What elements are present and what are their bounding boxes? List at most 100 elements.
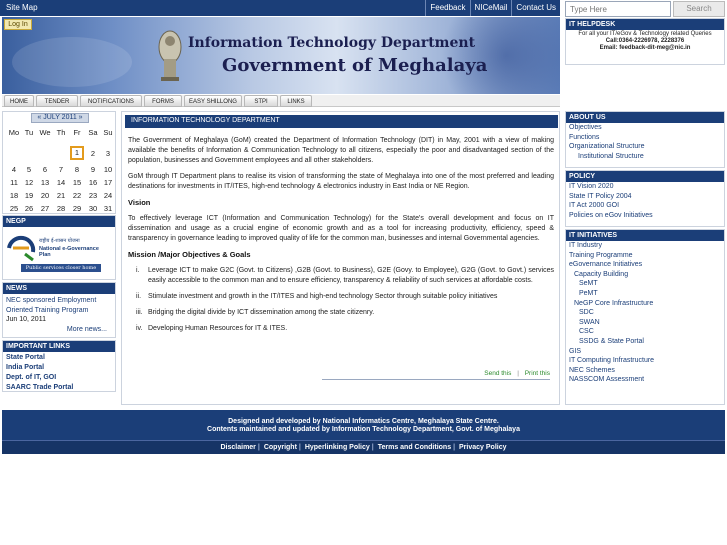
initiative-link[interactable]: Capacity Building — [566, 270, 724, 280]
calendar-day[interactable]: 31 — [101, 204, 115, 213]
menu-item-notifications[interactable]: NOTIFICATIONS — [80, 95, 142, 107]
calendar-day[interactable]: 2 — [86, 149, 100, 158]
calendar-day[interactable]: 23 — [86, 191, 100, 200]
calendar-day[interactable]: 16 — [86, 178, 100, 187]
calendar-day[interactable]: 21 — [54, 191, 68, 200]
menu-item-stpi[interactable]: STPI — [244, 95, 278, 107]
nicemail-link[interactable]: NICeMail — [469, 0, 512, 16]
objective-item: ii. Stimulate investment and growth in th… — [136, 293, 498, 300]
footer-copyright-link[interactable]: Copyright — [264, 444, 297, 451]
initiative-link[interactable]: SWAN — [566, 318, 724, 328]
calendar-day[interactable]: 4 — [7, 165, 21, 174]
calendar-day[interactable]: 24 — [101, 191, 115, 200]
initiative-link[interactable]: eGovernance Initiatives — [566, 260, 724, 270]
initiative-link[interactable]: NeGP Core Infrastructure — [566, 299, 724, 309]
search-input[interactable] — [565, 1, 671, 17]
initiative-link[interactable]: GIS — [566, 347, 724, 357]
news-box: NEWS NEC sponsored Employment Oriented T… — [2, 282, 116, 338]
site-map-link[interactable]: Site Map — [6, 3, 38, 12]
footer-terms-link[interactable]: Terms and Conditions — [378, 444, 451, 451]
menu-item-links[interactable]: LINKS — [280, 95, 312, 107]
calendar-day[interactable]: 15 — [70, 178, 84, 187]
footer-hyperlinking-link[interactable]: Hyperlinking Policy — [305, 444, 370, 451]
footer-credit: Designed and developed by National Infor… — [228, 418, 499, 425]
news-item-link[interactable]: NEC sponsored Employment Oriented Traini… — [3, 294, 115, 315]
calendar-day[interactable]: 7 — [54, 165, 68, 174]
calendar-day[interactable]: 18 — [7, 191, 21, 200]
link-india-portal[interactable]: India Portal — [6, 363, 112, 373]
policy-state-it-link[interactable]: State IT Policy 2004 — [566, 192, 724, 202]
initiative-link[interactable]: IT Industry — [566, 241, 724, 251]
calendar-day[interactable]: 10 — [101, 165, 115, 174]
calendar-day[interactable]: 13 — [38, 178, 52, 187]
objective-item: iii. Bridging the digital divide by ICT d… — [136, 309, 375, 316]
more-news-link[interactable]: More news... — [3, 324, 115, 335]
initiative-link[interactable]: Training Programme — [566, 251, 724, 261]
calendar-day[interactable]: 20 — [38, 191, 52, 200]
footer-privacy-link[interactable]: Privacy Policy — [459, 444, 506, 451]
banner-title-line1: Information Technology Department — [188, 35, 476, 51]
calendar-day[interactable]: 11 — [7, 178, 21, 187]
menu-item-easy-shillong[interactable]: EASY SHILLONG — [184, 95, 242, 107]
calendar-day[interactable]: 6 — [38, 165, 52, 174]
calendar-day[interactable]: 22 — [70, 191, 84, 200]
calendar-day[interactable]: 3 — [101, 149, 115, 158]
calendar-day[interactable]: 12 — [22, 178, 36, 187]
footer-disclaimer-link[interactable]: Disclaimer — [221, 444, 256, 451]
policy-egov-link[interactable]: Policies on eGov Initiatives — [566, 211, 724, 221]
calendar-day[interactable]: 19 — [22, 191, 36, 200]
calendar-day[interactable]: 26 — [22, 204, 36, 213]
about-inst-structure-link[interactable]: Institutional Structure — [566, 152, 724, 162]
search-button[interactable]: Search — [673, 1, 725, 17]
initiative-link[interactable]: SDC — [566, 308, 724, 318]
print-this-link[interactable]: Print this — [521, 370, 550, 377]
policy-box: POLICY IT Vision 2020 State IT Policy 20… — [565, 170, 725, 227]
calendar-day[interactable]: 27 — [38, 204, 52, 213]
negp-title: NEGP — [3, 216, 115, 227]
login-button[interactable]: Log In — [4, 19, 32, 30]
link-state-portal[interactable]: State Portal — [6, 353, 112, 363]
policy-it-vision-link[interactable]: IT Vision 2020 — [566, 182, 724, 192]
calendar-day[interactable]: 5 — [22, 165, 36, 174]
initiative-link[interactable]: NEC Schemes — [566, 366, 724, 376]
initiative-link[interactable]: SSDG & State Portal — [566, 337, 724, 347]
about-functions-link[interactable]: Functions — [566, 133, 724, 143]
policy-it-act-link[interactable]: IT Act 2000 GOI — [566, 201, 724, 211]
initiative-link[interactable]: PeMT — [566, 289, 724, 299]
menu-item-home[interactable]: HOME — [4, 95, 34, 107]
calendar-day[interactable]: 8 — [70, 165, 84, 174]
calendar-day[interactable]: 30 — [86, 204, 100, 213]
menu-item-tender[interactable]: TENDER — [36, 95, 78, 107]
negp-hindi-text: राष्ट्रीय ई-शासन योजना — [39, 238, 80, 244]
calendar-day-today[interactable]: 1 — [70, 146, 84, 160]
it-initiatives-box: IT INITIATIVES IT Industry Training Progr… — [565, 229, 725, 405]
banner-title-line2: Government of Meghalaya — [222, 55, 488, 76]
calendar-day[interactable]: 17 — [101, 178, 115, 187]
link-dept-it-goi[interactable]: Dept. of IT, GOI — [6, 373, 112, 383]
about-org-structure-link[interactable]: Organizational Structure — [566, 142, 724, 152]
calendar-day-of-week: Fr — [73, 128, 81, 137]
send-this-link[interactable]: Send this — [480, 370, 511, 377]
link-saarc-trade-portal[interactable]: SAARC Trade Portal — [6, 383, 112, 393]
menu-item-forms[interactable]: FORMS — [144, 95, 182, 107]
calendar-day[interactable]: 29 — [70, 204, 84, 213]
initiative-link[interactable]: SeMT — [566, 279, 724, 289]
initiative-link[interactable]: CSC — [566, 327, 724, 337]
about-us-title: ABOUT US — [566, 112, 724, 123]
news-title: NEWS — [3, 283, 115, 294]
initiative-link[interactable]: IT Computing Infrastructure — [566, 356, 724, 366]
calendar-day[interactable]: 9 — [86, 165, 100, 174]
feedback-link[interactable]: Feedback — [425, 0, 469, 16]
negp-logo[interactable]: राष्ट्रीय ई-शासन योजना National e-Govern… — [7, 234, 107, 274]
helpdesk-email[interactable]: Email: feedback-dit-meg@nic.in — [566, 45, 724, 51]
news-date: Jun 10, 2011 — [6, 316, 46, 323]
calendar-day[interactable]: 14 — [54, 178, 68, 187]
footer-links: Disclaimer | Copyright | Hyperlinking Poli… — [2, 440, 725, 454]
objective-item: iv. Developing Human Resources for IT & I… — [136, 325, 288, 332]
calendar-day[interactable]: 28 — [54, 204, 68, 213]
contact-us-link[interactable]: Contact Us — [511, 0, 560, 16]
calendar-month-nav[interactable]: « JULY 2011 » — [31, 113, 89, 123]
initiative-link[interactable]: NASSCOM Assessment — [566, 375, 724, 385]
about-objectives-link[interactable]: Objectives — [566, 123, 724, 133]
calendar-day[interactable]: 25 — [7, 204, 21, 213]
